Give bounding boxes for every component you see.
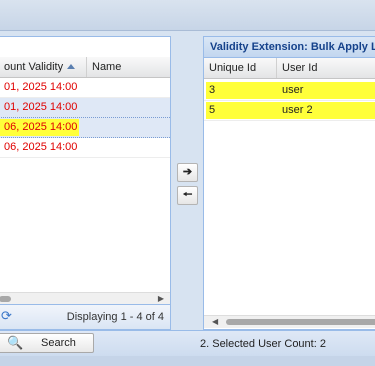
horizontal-scrollbar[interactable]: ◀ — [204, 315, 375, 328]
selected-count-label: 2. Selected User Count: — [200, 338, 317, 350]
table-row[interactable]: 3 user — [204, 81, 375, 101]
status-strip — [0, 356, 375, 366]
bulk-list-grid-header: Unique Id User Id — [204, 58, 375, 79]
scroll-left-arrow-icon[interactable]: ◀ — [212, 318, 218, 326]
column-header-user-id[interactable]: User Id — [277, 58, 375, 78]
selected-count-value: 2 — [319, 338, 326, 350]
column-header-label: Name — [92, 61, 122, 73]
users-grid-header: ount Validity Name — [0, 57, 170, 78]
name-cell — [87, 98, 170, 117]
users-grid-panel: ount Validity Name 01, 2025 14:00 01, 20… — [0, 36, 171, 330]
search-button[interactable]: 🔍 Search — [0, 333, 94, 353]
account-validity-cell: 06, 2025 14:00 — [4, 121, 78, 133]
move-right-button[interactable]: ➔ — [177, 163, 198, 182]
table-row[interactable]: 01, 2025 14:00 — [0, 78, 170, 98]
search-icon: 🔍 — [7, 335, 24, 350]
column-header-label: ount Validity — [4, 61, 64, 73]
column-header-account-validity[interactable]: ount Validity — [0, 57, 87, 77]
table-row[interactable]: 06, 2025 14:00 — [0, 118, 170, 138]
account-validity-cell: 06, 2025 14:00 — [4, 141, 78, 153]
name-cell — [87, 78, 170, 97]
paging-info: Displaying 1 - 4 of 4 — [66, 311, 164, 323]
unique-id-cell: 5 — [209, 104, 216, 116]
column-header-name[interactable]: Name — [87, 57, 170, 77]
column-header-unique-id[interactable]: Unique Id — [204, 58, 277, 78]
refresh-icon[interactable]: ⟳ — [1, 308, 12, 324]
arrow-right-icon: ➔ — [182, 166, 193, 178]
user-id-cell: user 2 — [282, 104, 313, 116]
bottom-toolbar: 🔍 Search 2. Selected User Count: 2 — [0, 330, 375, 356]
panel-title: Validity Extension: Bulk Apply List — [204, 37, 375, 58]
move-left-button[interactable]: 🠔 — [177, 186, 198, 205]
table-row[interactable]: 06, 2025 14:00 — [0, 138, 170, 158]
sort-ascending-icon — [67, 64, 76, 69]
search-button-label: Search — [41, 337, 76, 349]
user-id-cell: user — [282, 84, 304, 96]
arrow-left-icon: 🠔 — [182, 189, 193, 201]
app-top-bar — [0, 0, 375, 31]
name-cell — [87, 138, 170, 157]
bulk-apply-list-panel: Validity Extension: Bulk Apply List Uniq… — [203, 36, 375, 330]
scrollbar-thumb[interactable] — [0, 296, 11, 302]
table-row[interactable]: 5 user 2 — [204, 101, 375, 121]
name-cell — [87, 118, 170, 137]
scroll-right-arrow-icon[interactable]: ▶ — [158, 295, 164, 303]
selected-user-count: 2. Selected User Count: 2 — [200, 338, 326, 350]
scrollbar-thumb[interactable] — [226, 319, 375, 325]
column-header-label: User Id — [282, 62, 318, 74]
account-validity-cell: 01, 2025 14:00 — [4, 101, 78, 113]
account-validity-cell: 01, 2025 14:00 — [4, 81, 78, 93]
column-header-label: Unique Id — [209, 62, 257, 74]
table-row[interactable]: 01, 2025 14:00 — [0, 98, 170, 118]
unique-id-cell: 3 — [209, 84, 216, 96]
paging-toolbar: ⟳ Displaying 1 - 4 of 4 — [0, 304, 170, 329]
